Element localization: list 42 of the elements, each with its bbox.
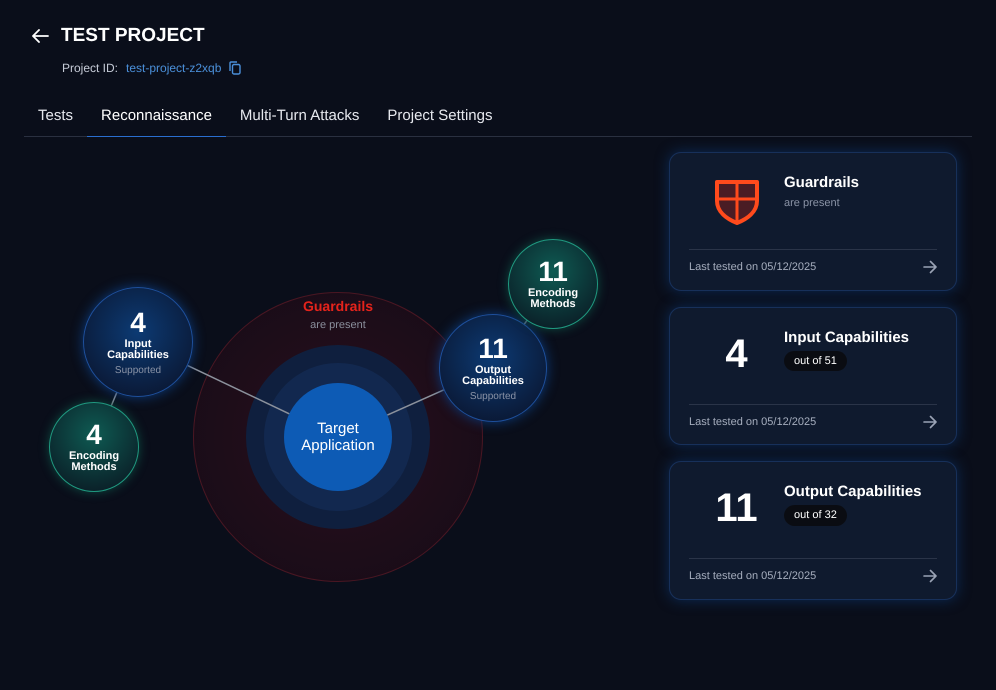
- node-label: Encoding Methods: [526, 288, 580, 310]
- last-tested-text: Last tested on 05/12/2025: [689, 414, 816, 430]
- node-count: 4: [130, 308, 146, 336]
- node-note: Supported: [114, 364, 162, 376]
- target-label: Target Application: [300, 420, 376, 454]
- card-count: 4: [725, 334, 748, 374]
- node-note: Supported: [470, 390, 516, 402]
- card-title: Guardrails: [784, 173, 860, 193]
- summary-card[interactable]: 11 Output Capabilities out of 32 Last tested on 05/12/2025: [669, 461, 957, 600]
- tab[interactable]: Tests: [24, 102, 88, 137]
- guardrails-label: Guardrails: [302, 298, 374, 314]
- copy-icon[interactable]: [229, 60, 242, 74]
- node-label: Input Capabilities: [106, 338, 170, 360]
- node-count: 4: [86, 421, 102, 449]
- arrow-right-icon[interactable]: [923, 569, 937, 584]
- connector-line: [110, 392, 118, 406]
- last-tested-text: Last tested on 05/12/2025: [689, 260, 816, 275]
- node-label: Output Capabilities: [461, 364, 525, 386]
- project-id-label: Project ID:: [62, 60, 118, 76]
- tab[interactable]: Multi-Turn Attacks: [226, 102, 374, 137]
- node-count: 11: [478, 334, 508, 362]
- card-title: Output Capabilities: [784, 482, 922, 502]
- tab[interactable]: Reconnaissance: [87, 102, 226, 137]
- project-title: TEST PROJECT: [61, 24, 205, 48]
- guardrails-status: are present: [310, 318, 366, 333]
- summary-card[interactable]: Guardrails are present Last tested on 05/12/2025: [669, 152, 957, 290]
- card-title: Input Capabilities: [784, 328, 910, 348]
- project-id-value: test-project-z2xqb: [126, 60, 222, 76]
- total-badge: out of 51: [784, 350, 847, 371]
- card-subtitle: are present: [784, 196, 840, 211]
- node-label: Encoding Methods: [68, 451, 120, 473]
- back-arrow-icon[interactable]: [32, 29, 49, 44]
- arrow-right-icon[interactable]: [923, 260, 937, 274]
- total-badge: out of 32: [784, 505, 847, 526]
- node-count: 11: [538, 258, 568, 286]
- last-tested-text: Last tested on 05/12/2025: [689, 569, 816, 584]
- summary-card[interactable]: 4 Input Capabilities out of 51 Last tested on 05/12/2025: [669, 306, 957, 445]
- arrow-right-icon[interactable]: [923, 414, 937, 429]
- tab[interactable]: Project Settings: [373, 102, 506, 137]
- shield-icon: [714, 179, 760, 225]
- connector-line: [387, 389, 444, 416]
- card-count: 11: [715, 488, 758, 528]
